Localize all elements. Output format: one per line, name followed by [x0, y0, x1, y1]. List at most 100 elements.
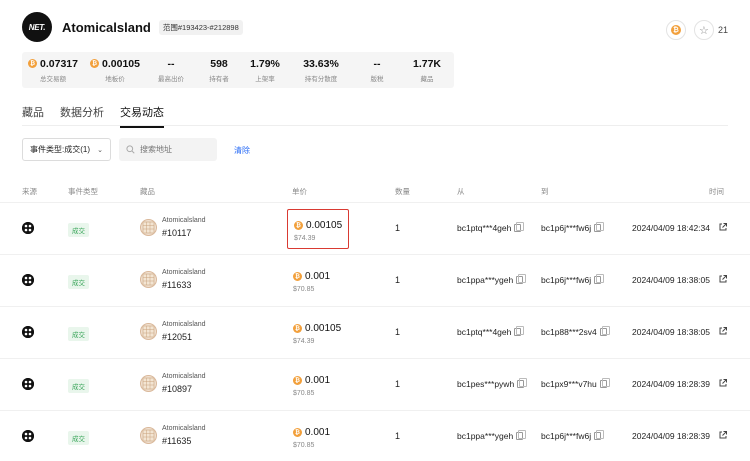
- bitcoin-icon: ₿: [293, 376, 302, 385]
- event-type-badge: 成交: [68, 379, 89, 393]
- from-address-text[interactable]: bc1ptq***4geh: [457, 327, 511, 337]
- price-usd: $70.85: [293, 442, 315, 449]
- item-thumbnail[interactable]: [140, 375, 157, 392]
- to-address[interactable]: bc1p6j***fw6j: [541, 222, 605, 233]
- stat-item: ₿ 0.00105 地板价: [84, 58, 146, 83]
- external-link-icon[interactable]: [718, 222, 728, 232]
- table-row[interactable]: 成交 Atomicalsland #11633 ₿ 0.001 $70.85 1…: [0, 254, 750, 306]
- event-type-select[interactable]: 事件类型:成交(1) ⌄: [22, 138, 111, 161]
- price-usd: $74.39: [293, 338, 315, 345]
- from-address[interactable]: bc1ppa***ygeh: [457, 274, 527, 285]
- table-row[interactable]: 成交 Atomicalsland #12051 ₿ 0.00105 $74.39…: [0, 306, 750, 358]
- table-header: 来源 事件类型 藏品 单价 数量 从 到 时间: [0, 186, 750, 198]
- item-id-link[interactable]: #10897: [162, 384, 192, 394]
- marketplace-source-icon[interactable]: [22, 430, 34, 442]
- price-cell: ₿ 0.00105 $74.39: [287, 209, 349, 249]
- stat-item: 1.77K 藏品: [400, 58, 454, 83]
- bitcoin-icon: ₿: [293, 272, 302, 281]
- to-address[interactable]: bc1p88***2sv4: [541, 326, 610, 337]
- from-address-text[interactable]: bc1ptq***4geh: [457, 223, 511, 233]
- marketplace-source-icon[interactable]: [22, 378, 34, 390]
- item-id-link[interactable]: #11633: [162, 280, 191, 290]
- star-button[interactable]: ☆: [693, 20, 714, 40]
- copy-icon[interactable]: [594, 222, 605, 232]
- stat-value: --: [167, 57, 175, 70]
- stat-value: ₿ 0.07317: [28, 58, 78, 70]
- marketplace-source-icon[interactable]: [22, 222, 34, 234]
- from-address[interactable]: bc1ptq***4geh: [457, 222, 525, 233]
- external-link-icon[interactable]: [718, 274, 728, 284]
- clear-filter-link[interactable]: 清除: [234, 145, 250, 156]
- search-box[interactable]: [119, 138, 217, 161]
- price-cell: ₿ 0.001 $70.85: [287, 261, 349, 301]
- copy-icon[interactable]: [514, 222, 525, 232]
- to-address-text[interactable]: bc1p6j***fw6j: [541, 431, 591, 441]
- stat-value: 1.77K: [412, 57, 442, 70]
- btc-currency-button[interactable]: ₿: [665, 20, 686, 40]
- to-address-text[interactable]: bc1p88***2sv4: [541, 327, 597, 337]
- item-collection-name: Atomicalsland: [162, 373, 206, 380]
- external-link-icon[interactable]: [718, 326, 728, 336]
- copy-icon[interactable]: [599, 326, 610, 336]
- range-badge: 范围#193423-#212898: [158, 19, 243, 35]
- item-id-link[interactable]: #11635: [162, 436, 191, 446]
- to-address-text[interactable]: bc1p6j***fw6j: [541, 275, 591, 285]
- item-id-link[interactable]: #12051: [162, 332, 192, 342]
- item-thumbnail[interactable]: [140, 219, 157, 236]
- to-address-text[interactable]: bc1px9***v7hu: [541, 379, 597, 389]
- copy-icon[interactable]: [517, 378, 528, 388]
- copy-icon[interactable]: [594, 430, 605, 440]
- marketplace-source-icon[interactable]: [22, 274, 34, 286]
- external-link-icon[interactable]: [718, 378, 728, 388]
- item-id-link[interactable]: #10117: [162, 228, 191, 238]
- grid-pattern-icon: [142, 221, 155, 234]
- copy-icon[interactable]: [514, 326, 525, 336]
- item-thumbnail[interactable]: [140, 271, 157, 288]
- stat-label: 持有者: [209, 75, 229, 83]
- stat-label: 藏品: [420, 75, 434, 83]
- from-address[interactable]: bc1ptq***4geh: [457, 326, 525, 337]
- transaction-time: 2024/04/09 18:38:05: [632, 327, 710, 337]
- star-icon: ☆: [699, 24, 709, 37]
- from-address[interactable]: bc1ppa***ygeh: [457, 430, 527, 441]
- to-address[interactable]: bc1p6j***fw6j: [541, 274, 605, 285]
- price-value: 0.00105: [306, 220, 343, 231]
- event-type-badge: 成交: [68, 223, 89, 237]
- col-qty: 数量: [395, 187, 410, 196]
- from-address[interactable]: bc1pes***pywh: [457, 378, 528, 389]
- from-address-text[interactable]: bc1ppa***ygeh: [457, 431, 513, 441]
- stat-value: ₿ 0.00105: [90, 58, 140, 70]
- price-btc: ₿ 0.00105: [294, 220, 342, 231]
- item-thumbnail[interactable]: [140, 427, 157, 444]
- search-input[interactable]: [140, 145, 210, 154]
- grid-pattern-icon: [142, 429, 155, 442]
- col-time: 时间: [709, 187, 724, 196]
- price-btc: ₿ 0.001: [293, 271, 330, 282]
- copy-icon[interactable]: [516, 430, 527, 440]
- item-thumbnail[interactable]: [140, 323, 157, 340]
- event-type-select-label: 事件类型:成交(1): [30, 145, 90, 154]
- to-address[interactable]: bc1p6j***fw6j: [541, 430, 605, 441]
- to-address[interactable]: bc1px9***v7hu: [541, 378, 610, 389]
- copy-icon[interactable]: [599, 378, 610, 388]
- quantity: 1: [395, 223, 401, 233]
- price-cell: ₿ 0.001 $70.85: [287, 365, 349, 405]
- price-cell: ₿ 0.00105 $74.39: [287, 313, 349, 353]
- table-row[interactable]: 成交 Atomicalsland #10897 ₿ 0.001 $70.85 1…: [0, 358, 750, 410]
- marketplace-source-icon[interactable]: [22, 326, 34, 338]
- copy-icon[interactable]: [594, 274, 605, 284]
- table-row[interactable]: 成交 Atomicalsland #11635 ₿ 0.001 $70.85 1…: [0, 410, 750, 461]
- from-address-text[interactable]: bc1pes***pywh: [457, 379, 514, 389]
- transaction-time: 2024/04/09 18:28:39: [632, 431, 710, 441]
- copy-icon[interactable]: [516, 274, 527, 284]
- col-from: 从: [457, 187, 465, 196]
- chevron-down-icon: ⌄: [97, 146, 103, 154]
- price-usd: $74.39: [294, 235, 316, 242]
- table-row[interactable]: 成交 Atomicalsland #10117 ₿ 0.00105 $74.39…: [0, 202, 750, 254]
- from-address-text[interactable]: bc1ppa***ygeh: [457, 275, 513, 285]
- stat-value: --: [373, 57, 381, 70]
- collection-logo: NET.: [22, 12, 52, 42]
- stat-item: -- 最高出价: [146, 58, 196, 83]
- external-link-icon[interactable]: [718, 430, 728, 440]
- to-address-text[interactable]: bc1p6j***fw6j: [541, 223, 591, 233]
